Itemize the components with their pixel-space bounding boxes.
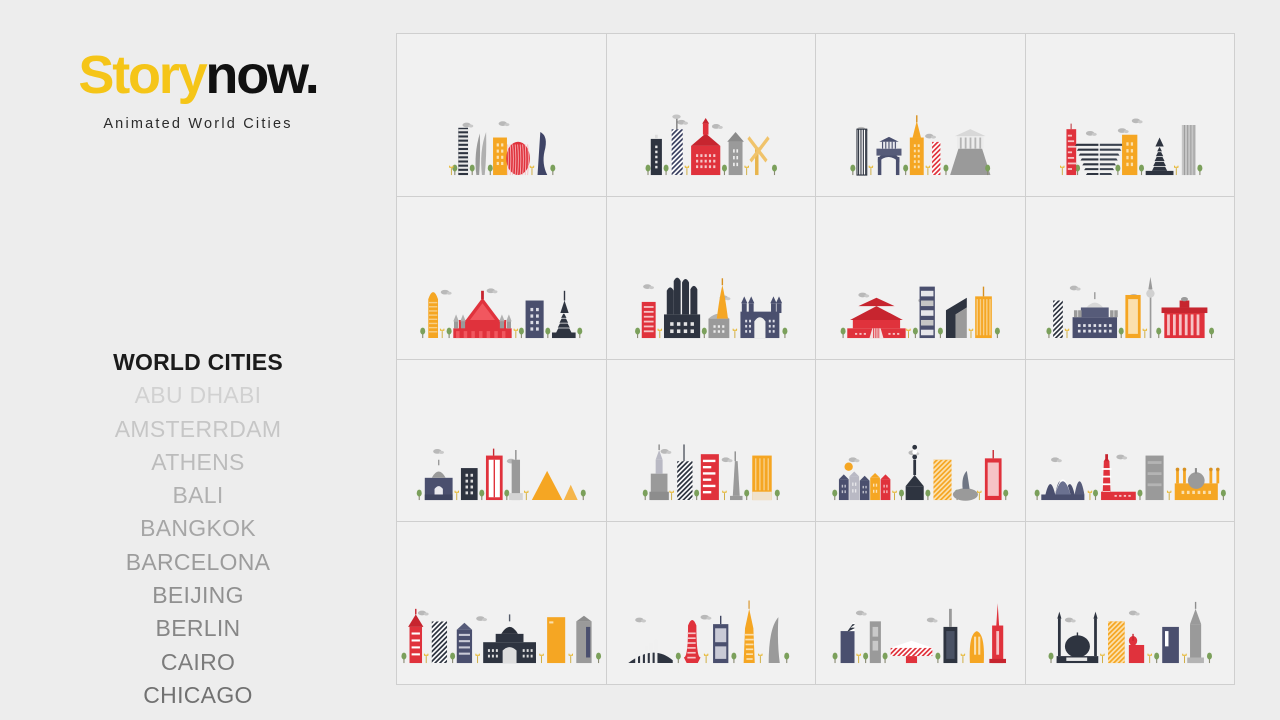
city-list-item[interactable]: ABU DHABI [0, 379, 396, 412]
city-thumbnail[interactable] [397, 196, 606, 359]
city-list-heading: WORLD CITIES [113, 349, 283, 375]
city-thumbnail[interactable] [1025, 34, 1235, 196]
brand-logo: Storynow. Animated World Cities [0, 48, 396, 132]
city-list-item[interactable]: ATHENS [0, 446, 396, 479]
city-list-item[interactable]: BARCELONA [0, 546, 396, 579]
city-list[interactable]: WORLD CITIES ABU DHABI AMSTERRDAM ATHENS BA… [0, 346, 396, 720]
city-skyline-illustration [397, 387, 606, 507]
city-thumbnail[interactable] [397, 522, 606, 684]
city-thumbnail-grid[interactable] [396, 33, 1235, 685]
city-skyline-illustration [397, 62, 606, 182]
city-skyline-illustration [397, 550, 606, 670]
city-thumbnail[interactable] [1025, 522, 1235, 684]
logo-tagline: Animated World Cities [103, 116, 293, 132]
city-thumbnail[interactable] [606, 359, 816, 522]
city-skyline-illustration [1026, 387, 1235, 507]
city-skyline-illustration [1026, 62, 1235, 182]
logo-wordmark: Storynow. [0, 48, 396, 102]
city-thumbnail[interactable] [397, 34, 606, 196]
city-thumbnail[interactable] [397, 359, 606, 522]
city-skyline-illustration [816, 62, 1025, 182]
logo-now-text: now. [205, 45, 319, 105]
city-skyline-illustration [816, 387, 1025, 507]
city-list-item[interactable]: CHICAGO [0, 679, 396, 712]
city-skyline-illustration [1026, 550, 1235, 670]
city-list-item[interactable]: BERLIN [0, 612, 396, 645]
city-list-item[interactable]: BANGKOK [0, 512, 396, 545]
city-list-item[interactable]: AMSTERRDAM [0, 413, 396, 446]
city-list-item[interactable]: BEIJING [0, 579, 396, 612]
city-skyline-illustration [607, 387, 816, 507]
city-list-item[interactable]: COPENHAGEN [0, 712, 396, 720]
city-list-item[interactable]: CAIRO [0, 646, 396, 679]
city-skyline-illustration [607, 62, 816, 182]
city-thumbnail[interactable] [1025, 196, 1235, 359]
city-thumbnail[interactable] [816, 196, 1025, 359]
city-skyline-illustration [816, 550, 1025, 670]
city-list-item[interactable]: BALI [0, 479, 396, 512]
city-thumbnail[interactable] [816, 522, 1025, 684]
city-skyline-illustration [816, 225, 1025, 345]
city-list-items[interactable]: ABU DHABI AMSTERRDAM ATHENS BALI BANGKOK BARC… [0, 379, 396, 720]
city-skyline-illustration [397, 225, 606, 345]
sidebar: Storynow. Animated World Cities WORLD CI… [0, 0, 396, 720]
city-skyline-illustration [1026, 225, 1235, 345]
city-thumbnail[interactable] [606, 34, 816, 196]
city-thumbnail[interactable] [816, 34, 1025, 196]
city-thumbnail[interactable] [1025, 359, 1235, 522]
logo-story-text: Story [78, 45, 207, 105]
city-thumbnail[interactable] [606, 196, 816, 359]
city-skyline-illustration [607, 550, 816, 670]
storynow-app-window: Storynow. Animated World Cities WORLD CI… [0, 0, 1280, 720]
city-thumbnail[interactable] [606, 522, 816, 684]
city-skyline-illustration [607, 225, 816, 345]
city-thumbnail[interactable] [816, 359, 1025, 522]
